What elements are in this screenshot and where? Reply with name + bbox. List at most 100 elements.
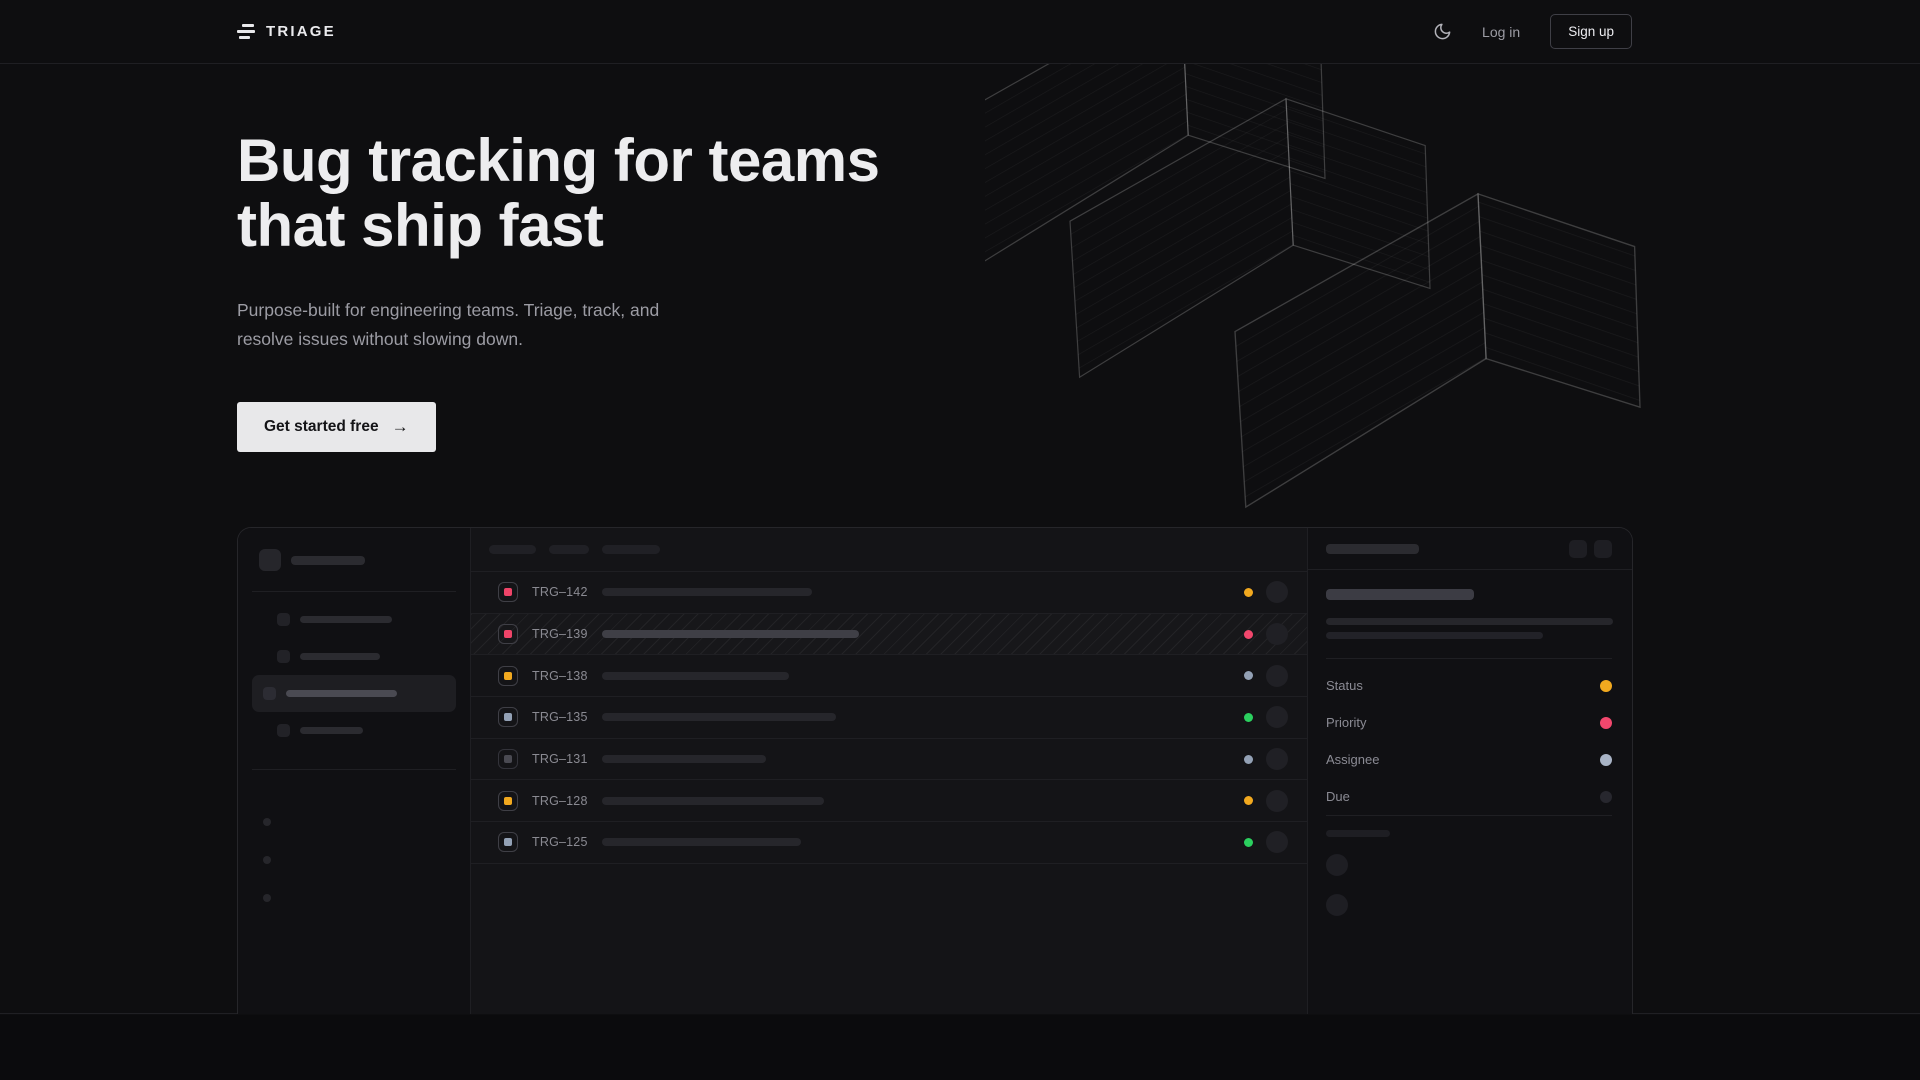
brand-logo[interactable]: TRIAGE xyxy=(237,23,336,40)
panel-divider xyxy=(1326,815,1612,816)
issue-title-skeleton xyxy=(602,713,836,721)
detail-panel-body: Status Priority Assignee Due xyxy=(1308,570,1632,916)
issue-description-skeleton xyxy=(1326,632,1543,639)
footer-strip xyxy=(0,1015,1920,1080)
issue-assignee-avatar xyxy=(1266,665,1288,687)
workspace-row xyxy=(238,528,470,571)
sidebar-nav xyxy=(238,601,470,749)
arrow-right-icon: → xyxy=(392,417,409,437)
nav-actions: Log in Sign up xyxy=(1433,14,1632,49)
hero-title-line1: Bug tracking for teams xyxy=(237,127,879,194)
signup-button[interactable]: Sign up xyxy=(1550,14,1632,49)
sidebar-nav-item xyxy=(252,601,456,638)
issue-description-skeleton xyxy=(1326,618,1613,625)
issue-status-dot xyxy=(1244,671,1253,680)
moon-icon xyxy=(1433,22,1452,41)
panel-action-button-skeleton xyxy=(1569,540,1587,558)
comment-avatar-skeleton xyxy=(1326,894,1348,916)
sidebar-nav-item-active xyxy=(252,675,456,712)
issue-row: TRG–135 xyxy=(471,697,1307,739)
mockup-detail-panel: Status Priority Assignee Due xyxy=(1307,528,1632,1014)
nav-item-label-skeleton xyxy=(286,690,397,697)
product-showcase-section: TRG–142 TRG–139 TRG–138 xyxy=(0,527,1920,1014)
issue-row-selected: TRG–139 xyxy=(471,614,1307,656)
issue-id: TRG–138 xyxy=(532,669,590,683)
field-label: Assignee xyxy=(1326,752,1379,767)
field-label: Status xyxy=(1326,678,1363,693)
sidebar-dot-skeleton xyxy=(263,894,271,902)
issue-row: TRG–131 xyxy=(471,739,1307,781)
sidebar-dot-skeleton xyxy=(263,856,271,864)
issue-list-header xyxy=(471,528,1307,572)
filter-pill-skeleton xyxy=(549,545,589,554)
issue-status-dot xyxy=(1244,838,1253,847)
nav-item-label-skeleton xyxy=(300,653,380,660)
filter-pill-skeleton xyxy=(602,545,660,554)
sidebar-divider xyxy=(252,591,456,592)
hero-title: Bug tracking for teams that ship fast xyxy=(237,128,879,258)
issue-row: TRG–125 xyxy=(471,822,1307,864)
mockup-issue-list: TRG–142 TRG–139 TRG–138 xyxy=(471,528,1307,1014)
issue-type-icon xyxy=(498,624,518,644)
issue-title-skeleton xyxy=(602,630,859,638)
status-value-dot xyxy=(1600,680,1612,692)
issue-title-skeleton xyxy=(602,588,812,596)
nav-item-icon-skeleton xyxy=(277,613,290,626)
get-started-button[interactable]: Get started free → xyxy=(237,402,436,452)
field-label: Due xyxy=(1326,789,1350,804)
field-row-assignee: Assignee xyxy=(1326,741,1612,778)
filter-pill-skeleton xyxy=(489,545,536,554)
issue-title-skeleton xyxy=(1326,589,1474,600)
panel-title-skeleton xyxy=(1326,544,1419,554)
hero-title-line2: that ship fast xyxy=(237,192,603,259)
issue-fields: Status Priority Assignee Due xyxy=(1326,667,1612,815)
issue-status-dot xyxy=(1244,796,1253,805)
due-value-dot xyxy=(1600,791,1612,803)
sidebar-nav-item xyxy=(252,712,456,749)
mockup-sidebar xyxy=(238,528,471,1014)
get-started-label: Get started free xyxy=(264,418,379,436)
issue-id: TRG–142 xyxy=(532,585,590,599)
sidebar-dot-skeleton xyxy=(263,818,271,826)
issue-assignee-avatar xyxy=(1266,748,1288,770)
app-mockup-card: TRG–142 TRG–139 TRG–138 xyxy=(237,527,1633,1014)
issue-title-skeleton xyxy=(602,838,801,846)
field-row-due: Due xyxy=(1326,778,1612,815)
issue-type-icon xyxy=(498,666,518,686)
wireframe-slabs-decoration xyxy=(985,42,1825,516)
triage-logo-icon xyxy=(237,24,255,39)
theme-toggle-button[interactable] xyxy=(1433,22,1452,41)
comments-label-skeleton xyxy=(1326,830,1390,837)
priority-value-dot xyxy=(1600,717,1612,729)
issue-title-skeleton xyxy=(602,755,766,763)
issue-status-dot xyxy=(1244,588,1253,597)
nav-item-label-skeleton xyxy=(300,727,363,734)
issue-type-icon xyxy=(498,832,518,852)
issue-type-icon xyxy=(498,707,518,727)
issue-title-skeleton xyxy=(602,672,789,680)
issue-id: TRG–135 xyxy=(532,710,590,724)
issue-type-icon xyxy=(498,582,518,602)
field-label: Priority xyxy=(1326,715,1366,730)
sidebar-nav-item xyxy=(252,638,456,675)
issue-title-skeleton xyxy=(602,797,824,805)
top-nav: TRIAGE Log in Sign up xyxy=(0,0,1920,64)
sidebar-divider xyxy=(252,769,456,770)
issue-row: TRG–128 xyxy=(471,780,1307,822)
nav-item-icon-skeleton xyxy=(277,724,290,737)
panel-divider xyxy=(1326,658,1612,659)
issue-row: TRG–138 xyxy=(471,655,1307,697)
detail-panel-header xyxy=(1308,528,1632,570)
panel-action-button-skeleton xyxy=(1594,540,1612,558)
issue-id: TRG–139 xyxy=(532,627,590,641)
comment-avatar-skeleton xyxy=(1326,854,1348,876)
hero-section: Bug tracking for teams that ship fast Pu… xyxy=(237,128,879,452)
workspace-name-skeleton xyxy=(291,556,365,565)
issue-status-dot xyxy=(1244,713,1253,722)
issue-row: TRG–142 xyxy=(471,572,1307,614)
issue-id: TRG–125 xyxy=(532,835,590,849)
login-link[interactable]: Log in xyxy=(1482,24,1520,40)
issue-assignee-avatar xyxy=(1266,706,1288,728)
workspace-avatar-skeleton xyxy=(259,549,281,571)
assignee-value-dot xyxy=(1600,754,1612,766)
